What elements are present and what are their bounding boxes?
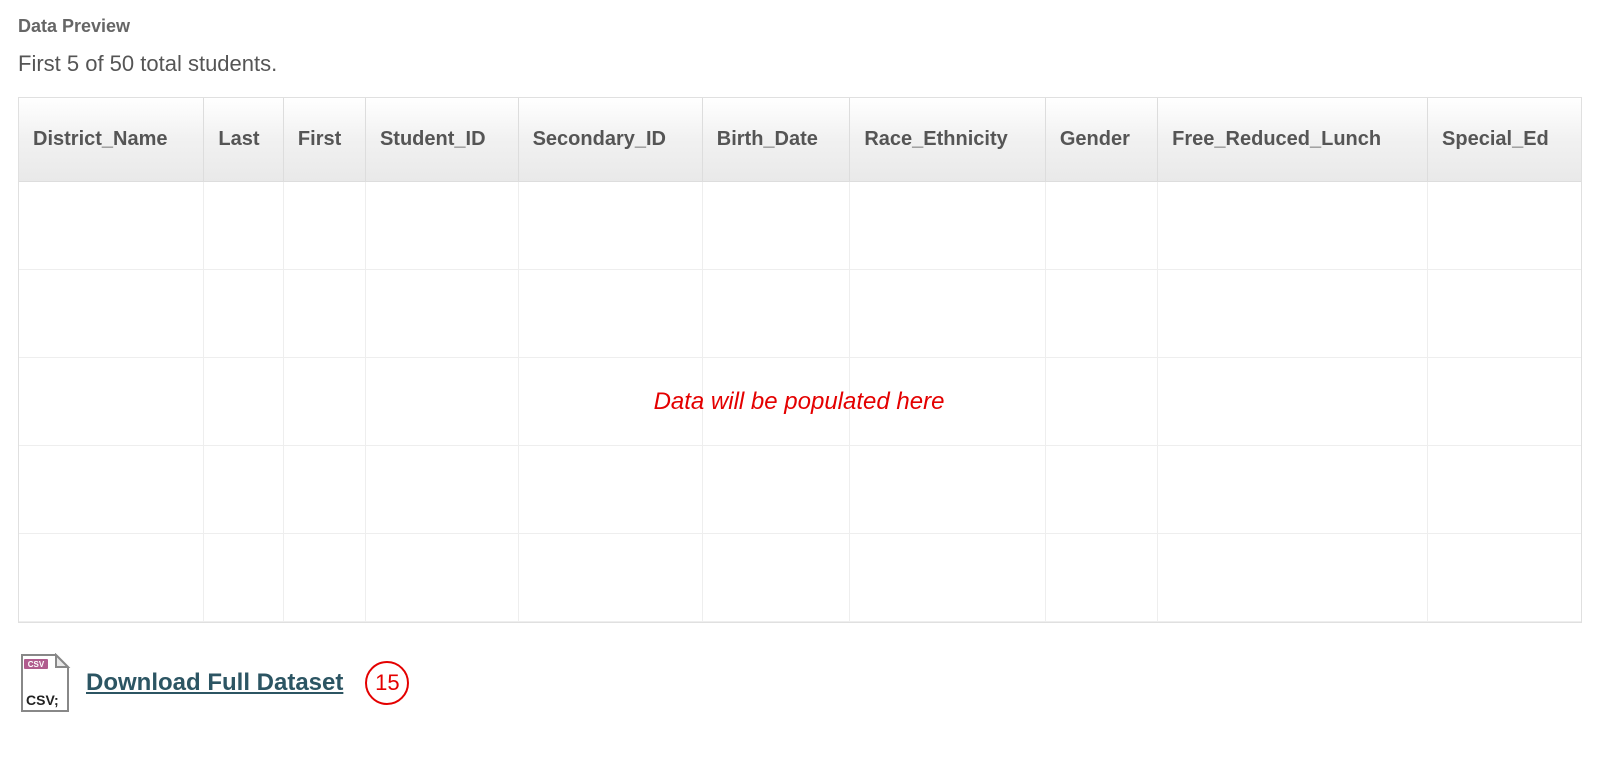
col-secondary-id[interactable]: Secondary_ID xyxy=(518,98,702,182)
col-birth-date[interactable]: Birth_Date xyxy=(702,98,850,182)
col-district-name[interactable]: District_Name xyxy=(19,98,204,182)
col-free-reduced-lunch[interactable]: Free_Reduced_Lunch xyxy=(1158,98,1428,182)
col-special-ed[interactable]: Special_Ed xyxy=(1428,98,1581,182)
col-first[interactable]: First xyxy=(283,98,365,182)
col-race-ethnicity[interactable]: Race_Ethnicity xyxy=(850,98,1046,182)
table-row xyxy=(19,270,1581,358)
summary-text: First 5 of 50 total students. xyxy=(18,51,1582,77)
table-row: Data will be populated here xyxy=(19,358,1581,446)
csv-file-icon: CSV CSV; xyxy=(18,653,72,713)
callout-badge: 15 xyxy=(365,661,409,705)
table-row xyxy=(19,182,1581,270)
col-student-id[interactable]: Student_ID xyxy=(365,98,518,182)
download-full-dataset-link[interactable]: Download Full Dataset xyxy=(86,669,343,697)
table-row xyxy=(19,446,1581,534)
csv-icon-top-label: CSV xyxy=(28,660,45,669)
section-title: Data Preview xyxy=(18,16,1582,37)
col-last[interactable]: Last xyxy=(204,98,284,182)
csv-icon-bottom-label: CSV; xyxy=(26,692,59,708)
col-gender[interactable]: Gender xyxy=(1045,98,1157,182)
download-row: CSV CSV; Download Full Dataset 15 xyxy=(18,653,1582,713)
data-preview-table: District_Name Last First Student_ID Seco… xyxy=(19,98,1581,622)
table-row xyxy=(19,534,1581,622)
data-preview-table-wrap: District_Name Last First Student_ID Seco… xyxy=(18,97,1582,623)
